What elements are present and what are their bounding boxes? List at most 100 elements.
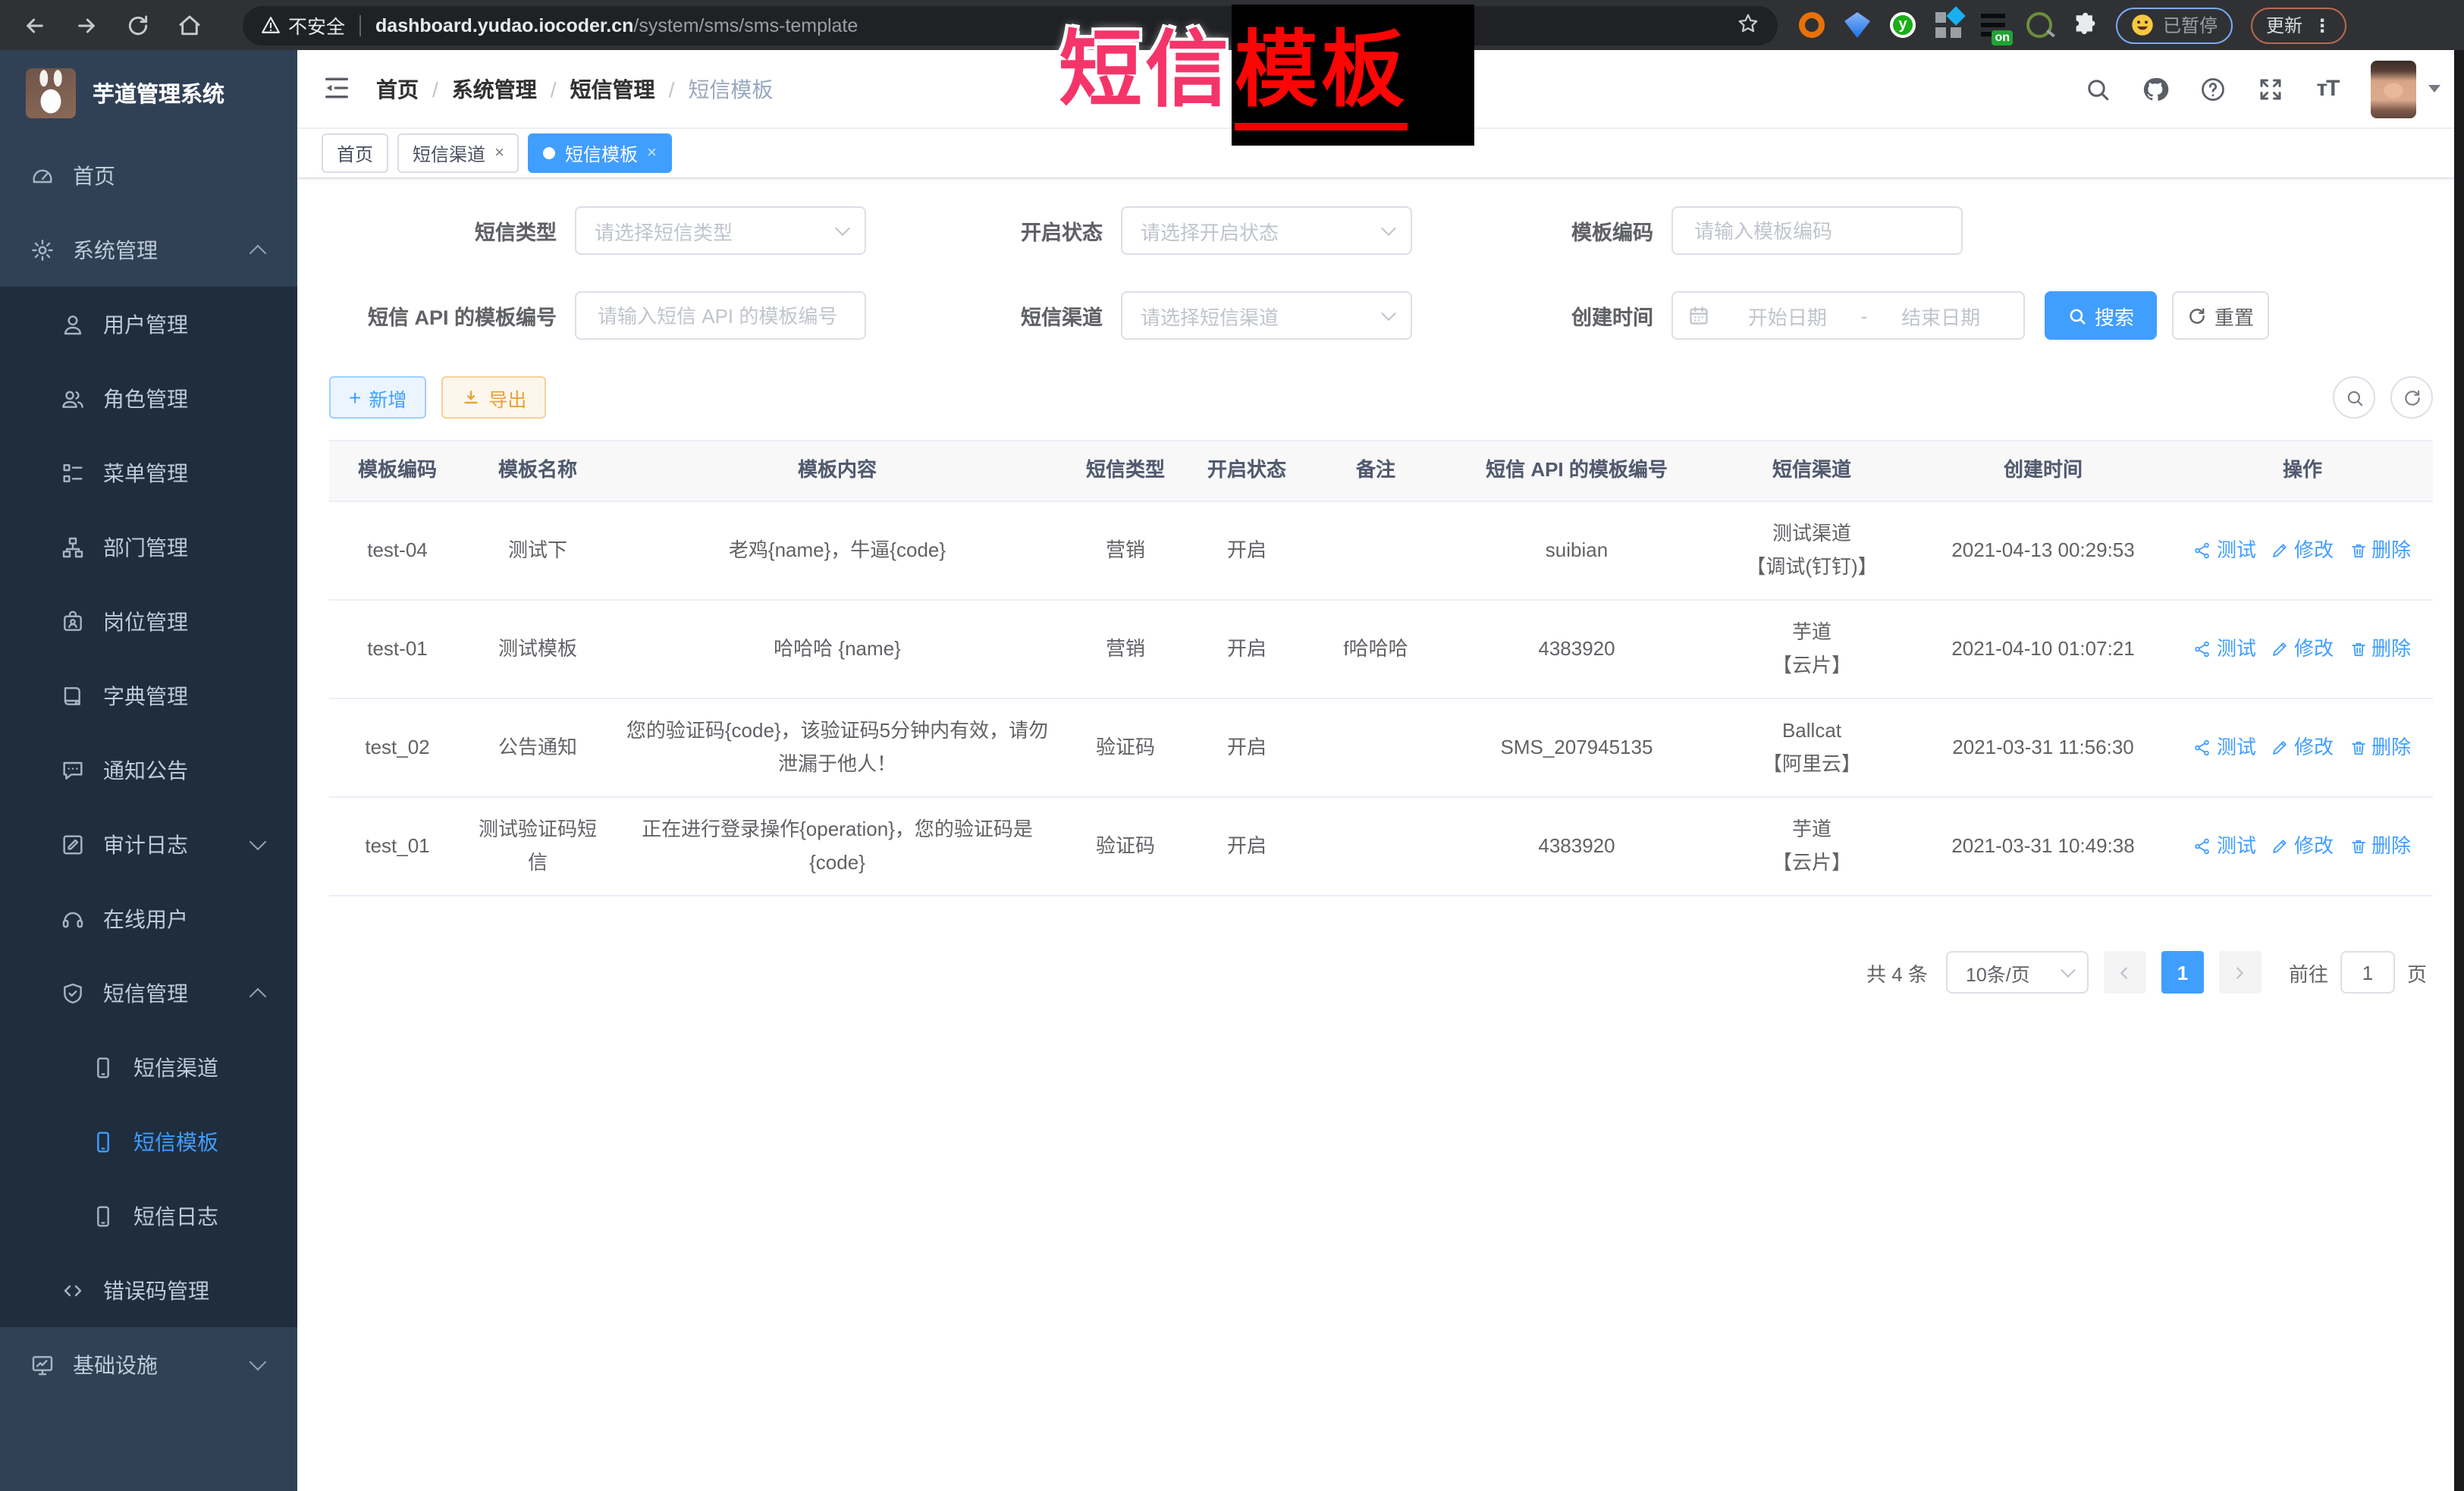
users-icon <box>61 386 85 410</box>
channel-select[interactable]: 请选择短信渠道 <box>1121 291 1412 340</box>
goto-page-input[interactable] <box>2340 951 2395 993</box>
template-code-input[interactable] <box>1671 206 1963 255</box>
sidebar-item-岗位管理[interactable]: 岗位管理 <box>0 584 297 658</box>
bookmark-star-icon[interactable] <box>1737 11 1759 39</box>
user-menu[interactable] <box>2371 60 2440 118</box>
browser-back-icon[interactable] <box>15 5 55 45</box>
channel-name: Ballcat <box>1782 714 1841 748</box>
github-icon[interactable] <box>2140 74 2169 103</box>
cell: 4383920 <box>1444 798 1709 896</box>
not-secure-label: 不安全 <box>288 11 345 39</box>
table-row: test-01测试模板哈哈哈 {name}营销开启f哈哈哈4383920芋道【云… <box>329 601 2433 699</box>
tab-短信模板[interactable]: 短信模板 <box>529 133 672 173</box>
breadcrumb-separator: / <box>669 77 675 101</box>
sidebar-item-label: 在线用户 <box>103 903 188 934</box>
font-size-icon[interactable] <box>2313 74 2342 103</box>
sidebar-item-菜单管理[interactable]: 菜单管理 <box>0 435 297 510</box>
test-link[interactable]: 测试 <box>2194 632 2256 666</box>
breadcrumb-item[interactable]: 短信管理 <box>570 74 655 104</box>
sidebar-item-基础设施[interactable]: 基础设施 <box>0 1327 297 1402</box>
sidebar-item-短信渠道[interactable]: 短信渠道 <box>0 1030 297 1104</box>
next-page-button[interactable] <box>2219 951 2262 993</box>
delete-link[interactable]: 删除 <box>2349 632 2411 666</box>
test-link[interactable]: 测试 <box>2194 830 2256 863</box>
shield-icon <box>61 981 85 1005</box>
breadcrumb-item[interactable]: 首页 <box>376 74 419 104</box>
test-link[interactable]: 测试 <box>2194 731 2256 764</box>
sidebar-item-用户管理[interactable]: 用户管理 <box>0 287 297 361</box>
sidebar-item-系统管理[interactable]: 系统管理 <box>0 212 297 287</box>
delete-link[interactable]: 删除 <box>2349 534 2411 567</box>
edit-link[interactable]: 修改 <box>2271 830 2334 863</box>
extension-orange-icon[interactable] <box>1799 12 1825 38</box>
header-search-icon[interactable] <box>2083 74 2111 103</box>
page-size-select[interactable]: 10条/页 <box>1946 951 2089 993</box>
help-icon[interactable] <box>2198 74 2227 103</box>
reset-button[interactable]: 重置 <box>2172 291 2269 340</box>
sidebar-item-角色管理[interactable]: 角色管理 <box>0 361 297 435</box>
sidebar-item-字典管理[interactable]: 字典管理 <box>0 658 297 733</box>
sms-type-select[interactable]: 请选择短信类型 <box>575 206 866 255</box>
cell: 您的验证码{code}，该验证码5分钟内有效，请勿泄漏于他人！ <box>610 699 1065 798</box>
cell: 测试模板 <box>466 601 610 699</box>
browser-reload-icon[interactable] <box>118 5 158 45</box>
extensions-puzzle-icon[interactable] <box>2072 12 2098 38</box>
sidebar-collapse-icon[interactable] <box>322 72 355 105</box>
export-button[interactable]: 导出 <box>441 376 546 419</box>
test-link[interactable]: 测试 <box>2194 534 2256 567</box>
extension-grid-icon[interactable] <box>1935 12 1961 38</box>
show-search-button[interactable] <box>2333 376 2375 419</box>
close-icon[interactable] <box>494 144 504 162</box>
edit-link[interactable]: 修改 <box>2271 632 2334 666</box>
extension-gem-icon[interactable] <box>1844 12 1870 38</box>
cell-actions: 测试修改删除 <box>2172 798 2433 896</box>
tab-首页[interactable]: 首页 <box>322 133 388 173</box>
sidebar-item-在线用户[interactable]: 在线用户 <box>0 881 297 956</box>
sidebar-item-label: 基础设施 <box>73 1349 158 1380</box>
browser-menu-icon[interactable] <box>2313 14 2331 36</box>
goto-page: 前往 页 <box>2289 951 2427 993</box>
url-bar[interactable]: 不安全 dashboard.yudao.iocoder.cn/system/sm… <box>243 5 1778 45</box>
browser-home-icon[interactable] <box>170 5 209 45</box>
tab-短信渠道[interactable]: 短信渠道 <box>397 133 519 173</box>
sidebar-item-首页[interactable]: 首页 <box>0 138 297 212</box>
api-template-id-input[interactable] <box>575 291 866 340</box>
extension-list-icon[interactable] <box>1981 12 2007 38</box>
extension-magnifier-icon[interactable] <box>2026 12 2052 38</box>
app-logo-row[interactable]: 芋道管理系统 <box>0 50 297 135</box>
add-button[interactable]: 新增 <box>329 376 426 419</box>
browser-update-button[interactable]: 更新 <box>2251 7 2346 43</box>
fullscreen-icon[interactable] <box>2255 74 2284 103</box>
prev-page-button[interactable] <box>2104 951 2146 993</box>
status-select[interactable]: 请选择开启状态 <box>1121 206 1412 255</box>
profile-paused-chip[interactable]: 已暂停 <box>2116 7 2233 43</box>
delete-link[interactable]: 删除 <box>2349 731 2411 764</box>
sidebar-item-通知公告[interactable]: 通知公告 <box>0 733 297 807</box>
page-number-1[interactable]: 1 <box>2161 951 2204 993</box>
create-time-range-picker[interactable]: 开始日期 - 结束日期 <box>1671 291 2025 340</box>
extension-y-icon[interactable] <box>1890 12 1916 38</box>
cell: 正在进行登录操作{operation}，您的验证码是{code} <box>610 798 1065 896</box>
url-host: dashboard.yudao.iocoder.cn <box>375 14 633 36</box>
edit-link[interactable]: 修改 <box>2271 534 2334 567</box>
cell-channel: Ballcat【阿里云】 <box>1709 699 1914 798</box>
sidebar-item-部门管理[interactable]: 部门管理 <box>0 510 297 584</box>
sidebar-item-label: 首页 <box>73 160 115 190</box>
breadcrumb-item[interactable]: 系统管理 <box>452 74 537 104</box>
sidebar-item-错误码管理[interactable]: 错误码管理 <box>0 1253 297 1327</box>
refresh-button[interactable] <box>2390 376 2433 419</box>
sidebar-item-短信管理[interactable]: 短信管理 <box>0 956 297 1030</box>
close-icon[interactable] <box>647 144 657 162</box>
delete-link[interactable]: 删除 <box>2349 830 2411 863</box>
edit-link[interactable]: 修改 <box>2271 731 2334 764</box>
code-icon <box>61 1278 85 1302</box>
column-header: 创建时间 <box>1914 441 2172 502</box>
browser-forward-icon[interactable] <box>67 5 106 45</box>
sidebar-item-短信模板[interactable]: 短信模板 <box>0 1104 297 1179</box>
sidebar-menu: 首页系统管理用户管理角色管理菜单管理部门管理岗位管理字典管理通知公告审计日志在线… <box>0 138 297 1402</box>
headset-icon <box>61 906 85 931</box>
sidebar-item-短信日志[interactable]: 短信日志 <box>0 1179 297 1253</box>
sidebar-item-审计日志[interactable]: 审计日志 <box>0 807 297 881</box>
cell: 开启 <box>1186 798 1307 896</box>
search-button[interactable]: 搜索 <box>2045 291 2157 340</box>
